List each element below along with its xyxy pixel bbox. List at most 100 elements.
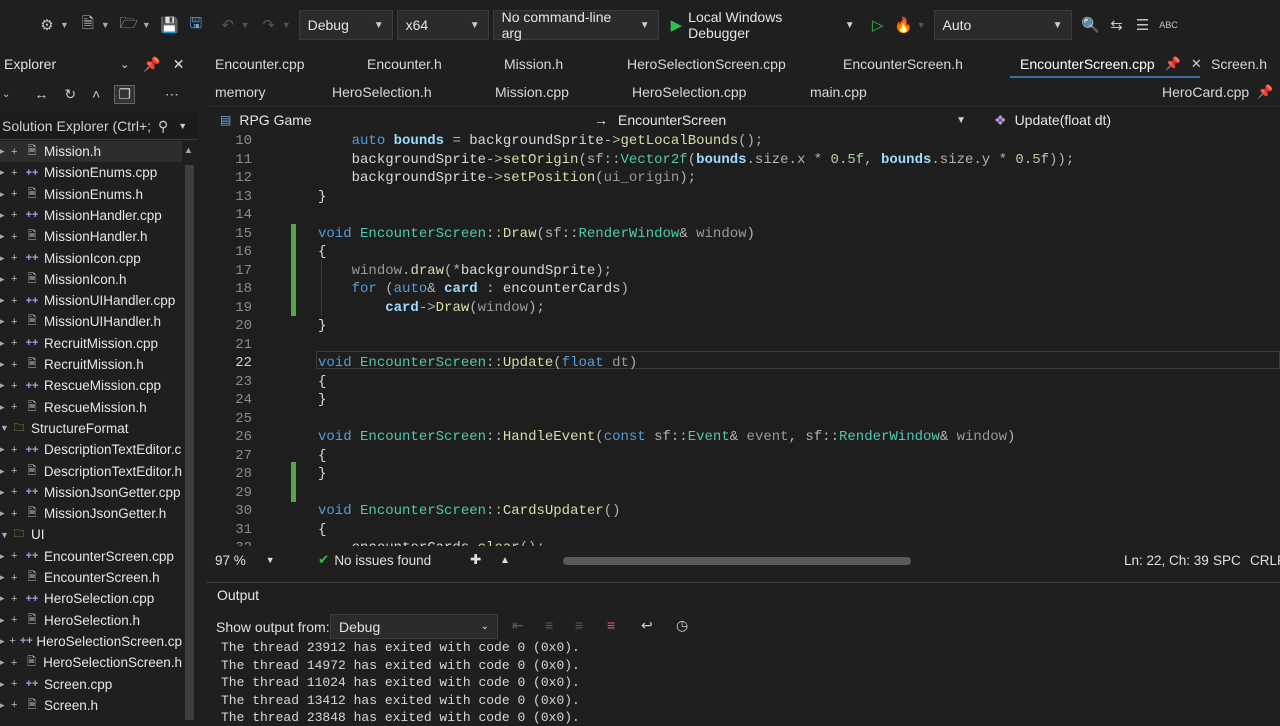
- chevron-right-icon[interactable]: ▸: [0, 167, 8, 178]
- tab-mission-h[interactable]: Mission.h: [504, 50, 563, 77]
- chevron-right-icon[interactable]: ▸: [0, 359, 8, 370]
- auto-dropdown[interactable]: Auto ▼: [933, 10, 1072, 40]
- tab-heroselection-h[interactable]: HeroSelection.h: [332, 78, 432, 105]
- chevron-right-icon[interactable]: ▸: [0, 466, 8, 477]
- chevron-right-icon[interactable]: ▸: [0, 593, 8, 604]
- tab-heroselection-cpp[interactable]: HeroSelection.cpp: [632, 78, 746, 105]
- scope-dropdown[interactable]: → EncounterScreen ▼: [594, 107, 974, 133]
- add-item-icon[interactable]: 🗎: [77, 14, 99, 36]
- show-all-files-icon[interactable]: ❐: [114, 84, 135, 104]
- start-debugger-button[interactable]: ▶ Local Windows Debugger ▼: [663, 9, 863, 41]
- chevron-right-icon[interactable]: ▸: [0, 551, 8, 562]
- tree-file[interactable]: ▸ + ++ HeroSelectionScreen.cp: [0, 631, 182, 652]
- tree-file[interactable]: ▸ + ++ RecruitMission.cpp: [0, 333, 182, 354]
- chevron-down-icon[interactable]: ▼: [178, 121, 187, 131]
- comment-icon[interactable]: ☰: [1132, 14, 1154, 36]
- start-without-debugging-icon[interactable]: ▷: [867, 14, 889, 36]
- tree-file[interactable]: ▸ + 🗎 Mission.h: [0, 141, 182, 162]
- tab-encounter-cpp[interactable]: Encounter.cpp: [215, 50, 305, 77]
- code-editor[interactable]: 10 11 12 13 14 15 16 17 18 19 20 21 22 23 24 25 26 27 28 29…: [208, 132, 1280, 546]
- tree-file[interactable]: ▸ + ++ MissionHandler.cpp: [0, 205, 182, 226]
- tree-file[interactable]: ▸ + ++ RescueMission.cpp: [0, 375, 182, 396]
- tree-file[interactable]: ▸ + 🗎 MissionUIHandler.h: [0, 311, 182, 332]
- tree-file[interactable]: ▸ + 🗎 MissionJsonGetter.h: [0, 503, 182, 524]
- find-in-files-icon[interactable]: 🔍: [1080, 14, 1102, 36]
- undo-icon[interactable]: ↶: [217, 14, 239, 36]
- tree-file[interactable]: ▸ + 🗎 MissionHandler.h: [0, 226, 182, 247]
- sync-icon[interactable]: ↔: [34, 86, 48, 102]
- pin-icon[interactable]: 📌: [1257, 84, 1273, 100]
- tree-file[interactable]: ▸ + ++ MissionEnums.cpp: [0, 162, 182, 183]
- chevron-right-icon[interactable]: ▸: [0, 210, 8, 221]
- configuration-dropdown[interactable]: Debug ▼: [298, 10, 393, 40]
- new-project-icon[interactable]: ⚙: [36, 14, 58, 36]
- live-share-icon[interactable]: ⇆: [1106, 14, 1128, 36]
- previous-message-icon[interactable]: ≡: [545, 617, 553, 633]
- chevron-down-icon[interactable]: ▼: [0, 423, 9, 433]
- chevron-right-icon[interactable]: ▸: [0, 444, 8, 455]
- line-ending-indicator[interactable]: CRLF: [1250, 546, 1280, 574]
- tree-file[interactable]: ▸ + 🗎 RecruitMission.h: [0, 354, 182, 375]
- chevron-right-icon[interactable]: ▸: [0, 636, 6, 647]
- hot-reload-icon[interactable]: 🔥: [893, 14, 915, 36]
- tab-screen-h[interactable]: Screen.h: [1211, 50, 1267, 77]
- open-folder-icon[interactable]: 🗁: [118, 14, 140, 36]
- chevron-right-icon[interactable]: ▸: [0, 189, 8, 200]
- tab-encounterscreen-cpp[interactable]: EncounterScreen.cpp 📌 ✕: [1020, 50, 1202, 77]
- platform-dropdown[interactable]: x64 ▼: [396, 10, 489, 40]
- zoom-dropdown[interactable]: 97 % ▼: [215, 546, 275, 574]
- chevron-down-icon[interactable]: ▼: [101, 20, 110, 30]
- tree-file[interactable]: ▸ + ++ Screen.cpp: [0, 674, 182, 695]
- tab-encounterscreen-h[interactable]: EncounterScreen.h: [843, 50, 963, 77]
- close-icon[interactable]: ✕: [173, 56, 185, 73]
- chevron-right-icon[interactable]: ▸: [0, 508, 8, 519]
- chevron-down-icon[interactable]: ▼: [142, 20, 151, 30]
- tree-file[interactable]: ▸ + 🗎 HeroSelection.h: [0, 610, 182, 631]
- chevron-right-icon[interactable]: ▸: [0, 253, 8, 264]
- spacing-indicator[interactable]: SPC: [1213, 546, 1241, 574]
- tab-herocard-cpp[interactable]: HeroCard.cpp 📌: [1162, 78, 1273, 105]
- horizontal-scrollbar-thumb[interactable]: [563, 557, 911, 565]
- tree-file[interactable]: ▸ + ++ MissionUIHandler.cpp: [0, 290, 182, 311]
- tree-file[interactable]: ▸ + 🗎 MissionIcon.h: [0, 269, 182, 290]
- tree-file[interactable]: ▸ + ++ EncounterScreen.cpp: [0, 546, 182, 567]
- pin-icon[interactable]: 📌: [143, 56, 160, 73]
- chevron-up-icon[interactable]: ▲: [500, 546, 510, 574]
- output-source-dropdown[interactable]: Debug ⌄: [330, 614, 498, 639]
- tree-file[interactable]: ▸ + ++ MissionIcon.cpp: [0, 248, 182, 269]
- tree-file[interactable]: ▸ + ++ DescriptionTextEditor.c: [0, 439, 182, 460]
- chevron-down-icon[interactable]: ▼: [60, 20, 69, 30]
- tree-file[interactable]: ▸ + 🗎 Screen.h: [0, 695, 182, 716]
- chevron-down-icon[interactable]: ▼: [0, 530, 9, 540]
- scroll-up-icon[interactable]: ▲: [184, 145, 193, 155]
- tab-memory[interactable]: memory: [215, 78, 266, 105]
- chevron-right-icon[interactable]: ▸: [0, 402, 8, 413]
- cleanup-icon[interactable]: ✚: [470, 546, 481, 574]
- tree-folder[interactable]: ▼ 🗀 UI: [0, 524, 182, 545]
- collapse-all-icon[interactable]: ˄: [92, 86, 100, 102]
- tree-file[interactable]: ▸ + ++ MissionJsonGetter.cpp: [0, 482, 182, 503]
- word-wrap-icon[interactable]: ↩: [641, 617, 653, 634]
- chevron-down-icon[interactable]: ⌄: [120, 58, 129, 71]
- collapse-icon[interactable]: ⌄: [2, 89, 10, 100]
- tree-file[interactable]: ▸ + 🗎 EncounterScreen.h: [0, 567, 182, 588]
- chevron-right-icon[interactable]: ▸: [0, 679, 8, 690]
- clock-icon[interactable]: ◷: [676, 617, 688, 634]
- tree-file[interactable]: ▸ + ++ HeroSelection.cpp: [0, 588, 182, 609]
- chevron-right-icon[interactable]: ▸: [0, 380, 8, 391]
- tree-folder[interactable]: ▼ 🗀 StructureFormat: [0, 418, 182, 439]
- chevron-right-icon[interactable]: ▸: [0, 316, 8, 327]
- chevron-down-icon[interactable]: ▼: [241, 20, 250, 30]
- tab-main-cpp[interactable]: main.cpp: [810, 78, 867, 105]
- spell-check-icon[interactable]: ABC: [1158, 14, 1180, 36]
- next-message-icon[interactable]: ≡: [575, 617, 583, 633]
- chevron-right-icon[interactable]: ▸: [0, 146, 8, 157]
- cursor-position[interactable]: Ln: 22, Ch: 39: [1124, 546, 1209, 574]
- tab-encounter-h[interactable]: Encounter.h: [367, 50, 442, 77]
- chevron-right-icon[interactable]: ▸: [0, 615, 8, 626]
- refresh-icon[interactable]: ↻: [64, 86, 76, 103]
- chevron-right-icon[interactable]: ▸: [0, 231, 8, 242]
- clear-all-icon[interactable]: ≡: [607, 617, 615, 633]
- tree-file[interactable]: ▸ + 🗎 RescueMission.h: [0, 397, 182, 418]
- close-icon[interactable]: ✕: [1191, 56, 1202, 72]
